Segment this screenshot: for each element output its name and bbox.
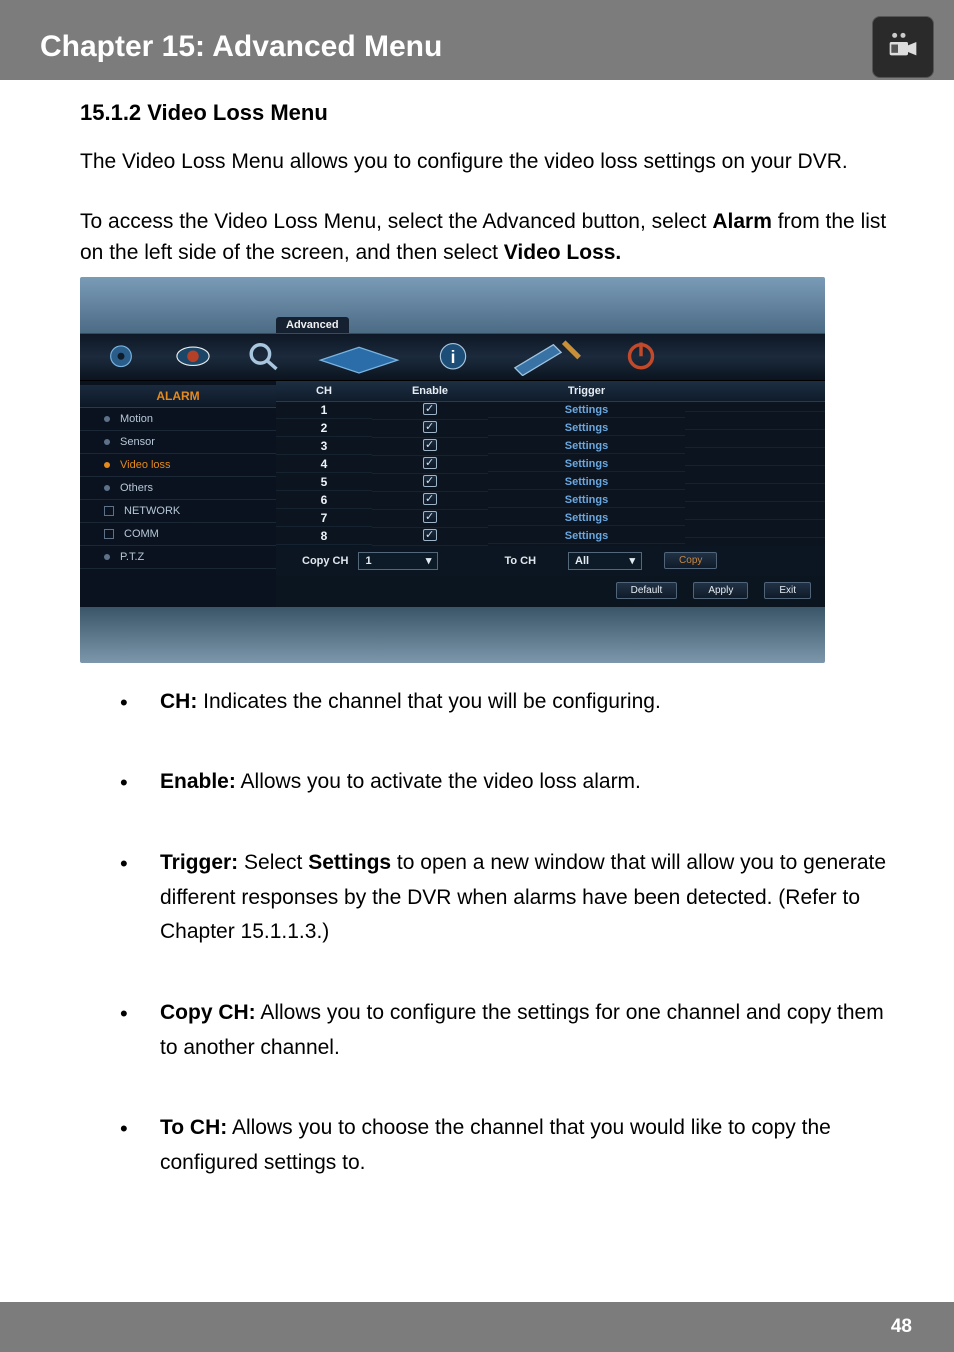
sidebar-item-ptz[interactable]: P.T.Z [80,546,276,569]
apply-button[interactable]: Apply [693,582,748,599]
default-button[interactable]: Default [616,582,678,599]
exit-button[interactable]: Exit [764,582,811,599]
checkbox-icon[interactable] [423,511,437,523]
chapter-header: Chapter 15: Advanced Menu [0,0,954,80]
copy-row: Copy CH 1▾ To CH All▾ Copy [276,546,825,576]
feature-list: CH: Indicates the channel that you will … [120,685,888,1181]
dvr-sidebar: ALARM Motion Sensor Video loss Others NE… [80,381,276,607]
cell-trigger[interactable]: Settings [488,421,685,436]
table-row: 3 Settings [276,438,825,456]
cell-enable[interactable] [372,438,488,456]
cell-trigger[interactable]: Settings [488,457,685,472]
cell-ch: 8 [276,528,372,545]
sidebar-item-sensor[interactable]: Sensor [80,431,276,454]
chevron-down-icon: ▾ [630,554,636,567]
intro-paragraph: The Video Loss Menu allows you to config… [80,144,888,180]
dvr-room-background-bottom [80,607,825,663]
bullet-ch: CH: Indicates the channel that you will … [120,685,888,720]
bullet-trigger: Trigger: Select Settings to open a new w… [120,846,888,950]
table-row: 1 Settings [276,402,825,420]
dvr-content-pane: CH Enable Trigger 1 Settings 2 Settings [276,381,825,607]
cell-trigger[interactable]: Settings [488,439,685,454]
table-row: 6 Settings [276,492,825,510]
section-heading: 15.1.2 Video Loss Menu [80,100,888,126]
sidebar-item-network[interactable]: NETWORK [80,500,276,523]
table-row: 2 Settings [276,420,825,438]
cell-ch: 7 [276,510,372,527]
sidebar-item-others[interactable]: Others [80,477,276,500]
action-row: Default Apply Exit [276,576,825,607]
table-header-row: CH Enable Trigger [276,381,825,402]
page-footer: 48 [0,1302,954,1352]
checkbox-icon[interactable] [423,403,437,415]
bullet-enable: Enable: Allows you to activate the video… [120,765,888,800]
tab-icon-gear[interactable] [98,340,144,374]
cell-ch: 2 [276,420,372,437]
cell-trigger[interactable]: Settings [488,403,685,418]
checkbox-icon[interactable] [423,457,437,469]
cell-enable[interactable] [372,528,488,546]
cell-ch: 1 [276,402,372,419]
chapter-title: Chapter 15: Advanced Menu [40,30,954,64]
cell-enable[interactable] [372,402,488,420]
cell-trigger[interactable]: Settings [488,493,685,508]
copy-ch-dropdown[interactable]: 1▾ [358,552,438,570]
cell-enable[interactable] [372,420,488,438]
to-ch-dropdown[interactable]: All▾ [568,552,642,570]
dvr-tab-bar: i [80,333,825,381]
cell-trigger[interactable]: Settings [488,511,685,526]
tab-icon-search[interactable] [242,340,288,374]
copy-ch-label: Copy CH [302,555,348,567]
col-trigger: Trigger [488,381,685,401]
cell-ch: 3 [276,438,372,455]
col-enable: Enable [372,381,488,401]
cell-enable[interactable] [372,456,488,474]
cell-ch: 6 [276,492,372,509]
tab-icon-disk[interactable] [314,340,404,374]
instr-alarm: Alarm [712,210,772,233]
chevron-down-icon: ▾ [426,554,432,567]
instr-text: To access the Video Loss Menu, select th… [80,210,712,233]
checkbox-icon[interactable] [423,493,437,505]
camcorder-icon [872,16,934,78]
tab-icon-info[interactable]: i [430,340,476,374]
sidebar-item-comm[interactable]: COMM [80,523,276,546]
table-row: 8 Settings [276,528,825,546]
cell-enable[interactable] [372,510,488,528]
table-row: 4 Settings [276,456,825,474]
bullet-copy-ch: Copy CH: Allows you to configure the set… [120,996,888,1065]
checkbox-icon[interactable] [423,529,437,541]
window-title-badge: Advanced [276,317,349,333]
copy-button[interactable]: Copy [664,552,717,569]
cell-enable[interactable] [372,492,488,510]
cell-enable[interactable] [372,474,488,492]
dvr-screenshot: Advanced i [80,277,825,663]
cell-ch: 4 [276,456,372,473]
col-ch: CH [276,381,372,401]
table-row: 5 Settings [276,474,825,492]
svg-text:i: i [451,348,456,368]
dvr-room-background: Advanced [80,277,825,333]
cell-trigger[interactable]: Settings [488,529,685,544]
checkbox-icon[interactable] [423,439,437,451]
page-number: 48 [891,1316,912,1338]
cell-ch: 5 [276,474,372,491]
cell-trigger[interactable]: Settings [488,475,685,490]
tab-icon-tools[interactable] [502,340,592,374]
checkbox-icon[interactable] [423,475,437,487]
instruction-paragraph: To access the Video Loss Menu, select th… [80,206,888,269]
checkbox-icon[interactable] [423,421,437,433]
bullet-to-ch: To CH: Allows you to choose the channel … [120,1111,888,1180]
sidebar-item-motion[interactable]: Motion [80,408,276,431]
table-row: 7 Settings [276,510,825,528]
instr-video-loss: Video Loss. [504,241,621,264]
sidebar-item-video-loss[interactable]: Video loss [80,454,276,477]
tab-icon-power[interactable] [618,340,664,374]
tab-icon-eye[interactable] [170,340,216,374]
sidebar-heading-alarm: ALARM [80,385,276,408]
to-ch-label: To CH [504,555,536,567]
